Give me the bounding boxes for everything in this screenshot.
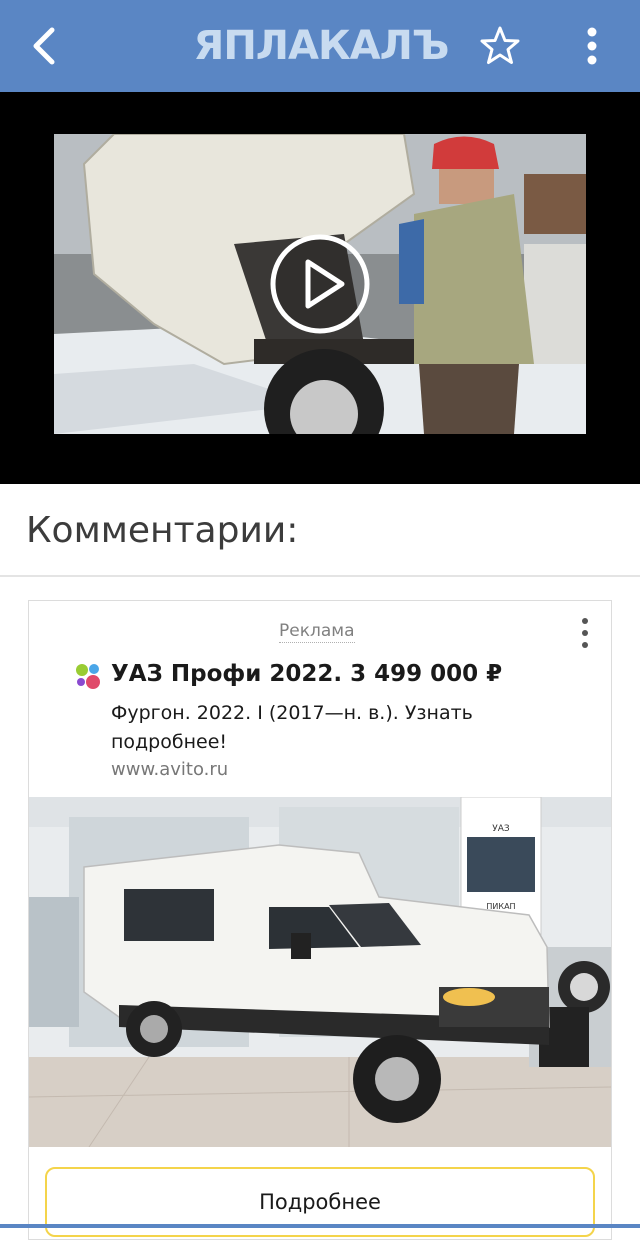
app-header: ЯПЛАКАЛЪ	[0, 0, 640, 92]
ad-label: Реклама	[279, 621, 355, 643]
star-outline-icon	[480, 26, 520, 64]
avito-dots-icon	[76, 664, 100, 689]
ad-options-button[interactable]	[573, 615, 597, 651]
section-divider	[0, 575, 640, 577]
ad-image[interactable]: УАЗ ПИКАП	[29, 797, 611, 1147]
overflow-menu-button[interactable]	[572, 22, 612, 70]
ad-card: Реклама УАЗ Профи 2022. 3 499 000 ₽ Фург…	[28, 600, 612, 1240]
ad-domain-link[interactable]: www.avito.ru	[111, 759, 228, 780]
vertical-dots-icon	[587, 27, 597, 65]
favorite-button[interactable]	[476, 22, 524, 70]
ad-description: Фургон. 2022. I (2017—н. в.). Узнать под…	[111, 702, 473, 753]
video-player	[0, 92, 640, 484]
back-arrow-icon	[33, 27, 55, 65]
video-thumbnail[interactable]	[54, 134, 586, 434]
play-circle-icon[interactable]	[268, 232, 372, 336]
vertical-dots-icon	[582, 618, 588, 648]
ad-photo-poster-caption: ПИКАП	[486, 902, 515, 911]
ad-photo-brand: УАЗ	[492, 824, 510, 834]
ad-title-link[interactable]: УАЗ Профи 2022. 3 499 000 ₽	[111, 661, 502, 687]
bottom-accent-bar	[0, 1224, 640, 1228]
comments-heading: Комментарии:	[26, 510, 299, 551]
ad-van-photo: УАЗ ПИКАП	[29, 797, 611, 1147]
site-logo[interactable]: ЯПЛАКАЛЪ	[186, 18, 456, 74]
back-button[interactable]	[22, 24, 70, 68]
